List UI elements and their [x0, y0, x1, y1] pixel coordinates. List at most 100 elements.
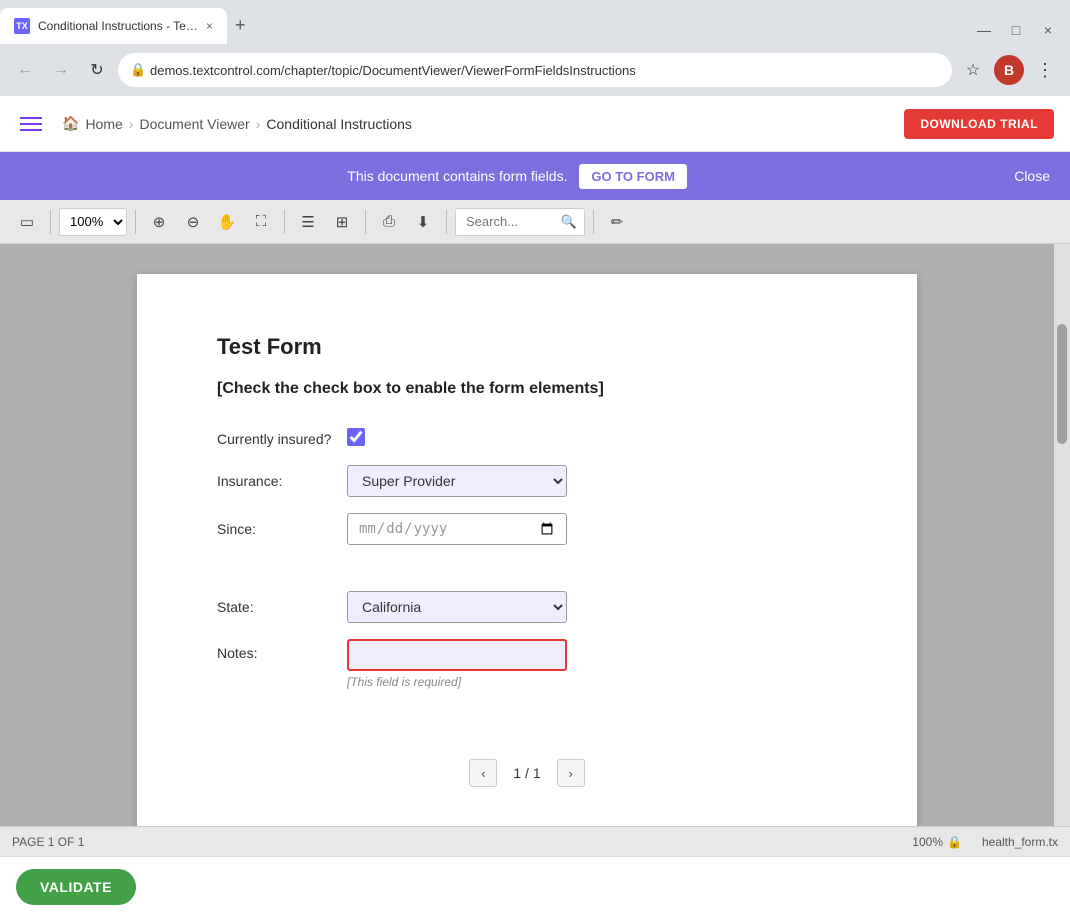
print-button[interactable]: ⎙ [374, 207, 404, 237]
download-trial-button[interactable]: DOWNLOAD TRIAL [904, 109, 1054, 139]
address-bar: ← → ↻ 🔒 ☆ B ⋮ [0, 44, 1070, 96]
pan-button[interactable]: ✋ [212, 207, 242, 237]
page-count-label: PAGE 1 OF 1 [12, 835, 84, 849]
insurance-row: Insurance: Super Provider Provider A Pro… [217, 465, 837, 497]
print-icon: ⎙ [383, 213, 395, 230]
since-label: Since: [217, 521, 347, 537]
download-button[interactable]: ⬇ [408, 207, 438, 237]
toolbar-separator-3 [284, 210, 285, 234]
grid-button[interactable]: ⊞ [327, 207, 357, 237]
breadcrumb-sep2: › [256, 116, 261, 132]
home-icon: 🏠 [62, 115, 79, 132]
notes-label: Notes: [217, 639, 347, 661]
page-area: Test Form [Check the check box to enable… [0, 244, 1054, 826]
insured-checkbox-wrapper [347, 428, 365, 449]
toolbar-separator-5 [446, 210, 447, 234]
justify-button[interactable]: ☰ [293, 207, 323, 237]
insured-checkbox[interactable] [347, 428, 365, 446]
insured-row: Currently insured? [217, 428, 837, 449]
go-to-form-button[interactable]: GO TO FORM [579, 164, 687, 189]
pencil-button[interactable]: ✏ [602, 207, 632, 237]
page-nav-controls: ‹ 1 / 1 › [469, 759, 584, 787]
content-area: Test Form [Check the check box to enable… [0, 244, 1070, 826]
tab-favicon: TX [14, 18, 30, 34]
bookmark-button[interactable]: ☆ [958, 55, 988, 85]
insurance-label: Insurance: [217, 473, 347, 489]
notification-text: This document contains form fields. GO T… [20, 164, 1014, 189]
state-label: State: [217, 599, 347, 615]
prev-page-button[interactable]: ‹ [469, 759, 497, 787]
notification-bar: This document contains form fields. GO T… [0, 152, 1070, 200]
profile-button[interactable]: B [994, 55, 1024, 85]
toolbar-separator-4 [365, 210, 366, 234]
grid-icon: ⊞ [336, 213, 349, 231]
notes-required-hint: [This field is required] [347, 675, 567, 689]
justify-icon: ☰ [301, 213, 314, 231]
page-nav-current: 1 / 1 [505, 765, 548, 781]
lock-icon: 🔒 [130, 62, 146, 78]
tab-close-button[interactable]: × [206, 19, 213, 33]
breadcrumb-home[interactable]: Home [85, 116, 122, 132]
hamburger-menu[interactable] [16, 113, 46, 135]
new-tab-button[interactable]: + [227, 7, 254, 44]
document-title: Test Form [217, 334, 837, 360]
scrollbar-thumb[interactable] [1057, 324, 1067, 444]
notes-input[interactable] [347, 639, 567, 671]
toolbar-separator-6 [593, 210, 594, 234]
next-page-button[interactable]: › [557, 759, 585, 787]
app-header: 🏠 Home › Document Viewer › Conditional I… [0, 96, 1070, 152]
minimize-button[interactable]: — [970, 16, 998, 44]
download-icon: ⬇ [417, 213, 430, 231]
state-select[interactable]: California Texas New York Florida [347, 591, 567, 623]
close-window-button[interactable]: × [1034, 16, 1062, 44]
breadcrumb-section[interactable]: Document Viewer [139, 116, 249, 132]
maximize-button[interactable]: □ [1002, 16, 1030, 44]
notes-wrapper: [This field is required] [347, 639, 567, 689]
page-navigation: ‹ 1 / 1 › [217, 729, 837, 787]
since-row: Since: [217, 513, 837, 545]
viewer-toolbar: ▭ 100% 50% 75% 125% 150% 200% ⊕ ⊖ ✋ ⛶ ☰ … [0, 200, 1070, 244]
browser-menu-button[interactable]: ⋮ [1030, 55, 1060, 85]
document-subtitle: [Check the check box to enable the form … [217, 380, 837, 398]
toolbar-separator-2 [135, 210, 136, 234]
pan-icon: ✋ [218, 213, 237, 231]
since-date-input[interactable] [347, 513, 567, 545]
tab-title: Conditional Instructions - Text C... [38, 19, 198, 33]
search-icon: 🔍 [561, 214, 577, 230]
back-button[interactable]: ← [10, 55, 40, 85]
status-mid: 100% 🔒 [912, 835, 962, 849]
insurance-select-wrapper: Super Provider Provider A Provider B [347, 465, 567, 497]
state-select-wrapper: California Texas New York Florida [347, 591, 567, 623]
filename-label: health_form.tx [982, 835, 1058, 849]
since-date-wrapper [347, 513, 567, 545]
breadcrumb-sep1: › [129, 116, 134, 132]
forward-button[interactable]: → [46, 55, 76, 85]
browser-tab[interactable]: TX Conditional Instructions - Text C... … [0, 8, 227, 44]
validate-button[interactable]: VALIDATE [16, 869, 136, 905]
panel-toggle-button[interactable]: ▭ [12, 207, 42, 237]
address-input[interactable] [118, 53, 952, 87]
breadcrumb: 🏠 Home › Document Viewer › Conditional I… [62, 115, 412, 132]
state-row: State: California Texas New York Florida [217, 591, 837, 623]
insurance-select[interactable]: Super Provider Provider A Provider B [347, 465, 567, 497]
notes-row: Notes: [This field is required] [217, 639, 837, 689]
fit-icon: ⛶ [256, 213, 267, 230]
zoom-out-icon: ⊖ [187, 213, 200, 231]
zoom-level-label: 100% [912, 835, 943, 849]
validate-bar: VALIDATE [0, 856, 1070, 917]
lock-status-icon: 🔒 [947, 835, 962, 849]
vertical-scrollbar[interactable] [1054, 244, 1070, 826]
spacer [217, 561, 837, 591]
zoom-out-button[interactable]: ⊖ [178, 207, 208, 237]
document-page: Test Form [Check the check box to enable… [137, 274, 917, 826]
zoom-select[interactable]: 100% 50% 75% 125% 150% 200% [59, 208, 127, 236]
status-bar: PAGE 1 OF 1 100% 🔒 health_form.tx [0, 826, 1070, 856]
insured-label: Currently insured? [217, 431, 347, 447]
refresh-button[interactable]: ↻ [82, 55, 112, 85]
notification-close-button[interactable]: Close [1014, 168, 1050, 184]
zoom-in-icon: ⊕ [153, 213, 166, 231]
pencil-icon: ✏ [611, 213, 624, 231]
toolbar-separator-1 [50, 210, 51, 234]
fit-button[interactable]: ⛶ [246, 207, 276, 237]
zoom-in-button[interactable]: ⊕ [144, 207, 174, 237]
